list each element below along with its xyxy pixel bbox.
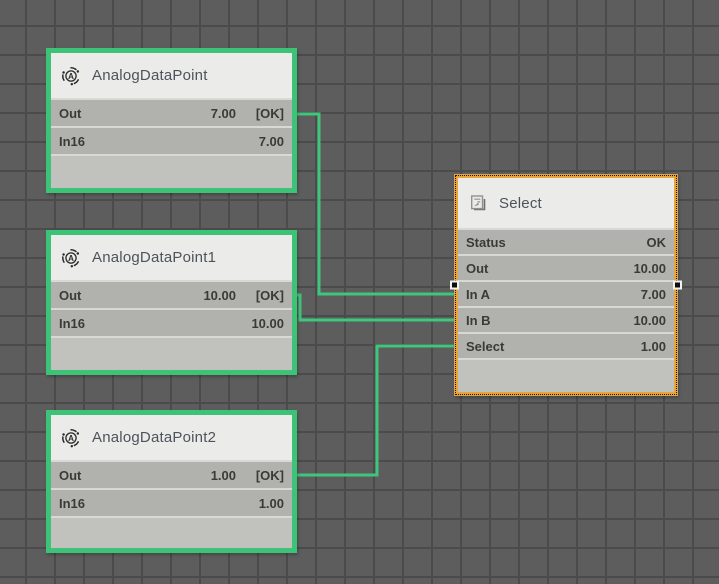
analog-point-icon: A (61, 428, 81, 448)
property-label: Out (59, 468, 81, 483)
property-label: Out (466, 261, 488, 276)
property-row-out[interactable]: Out 7.00 [OK] (51, 98, 292, 126)
property-row-status[interactable]: Status OK (458, 228, 674, 254)
node-title: AnalogDataPoint (92, 67, 208, 84)
property-value: 1.00 (259, 496, 284, 511)
wire-sheet-canvas[interactable]: A AnalogDataPoint Out 7.00 [OK] In16 7.0… (0, 0, 719, 584)
node-header[interactable]: Select (458, 178, 674, 228)
property-value: 10.00 (203, 288, 236, 303)
empty-row (458, 358, 674, 392)
property-row-in16[interactable]: In16 1.00 (51, 488, 292, 516)
property-label: In16 (59, 316, 85, 331)
property-label: Out (59, 288, 81, 303)
empty-row (51, 336, 292, 370)
property-label: In16 (59, 496, 85, 511)
property-row-ina[interactable]: In A 7.00 (458, 280, 674, 306)
property-label: In A (466, 287, 490, 302)
program-icon (468, 193, 488, 213)
svg-text:A: A (68, 72, 74, 81)
wire-analogdatapoint2-out-to-select-select[interactable] (285, 346, 458, 475)
property-value: 10.00 (633, 313, 666, 328)
node-title: AnalogDataPoint2 (92, 429, 216, 446)
analog-point-icon: A (61, 66, 81, 86)
property-row-out[interactable]: Out 10.00 [OK] (51, 280, 292, 308)
property-label: Out (59, 106, 81, 121)
node-header[interactable]: A AnalogDataPoint (51, 53, 292, 98)
property-row-in16[interactable]: In16 7.00 (51, 126, 292, 154)
empty-row (51, 516, 292, 548)
empty-row (51, 154, 292, 188)
property-value: 7.00 (259, 134, 284, 149)
property-status: [OK] (250, 106, 284, 121)
node-select[interactable]: Select Status OK Out 10.00 In A 7.00 In … (454, 174, 678, 396)
property-value: 1.00 (211, 468, 236, 483)
node-header[interactable]: A AnalogDataPoint1 (51, 235, 292, 280)
property-label: Status (466, 235, 506, 250)
selection-handle-right[interactable] (673, 281, 682, 290)
wire-analogdatapoint-out-to-select-ina[interactable] (285, 114, 458, 294)
selection-handle-left[interactable] (450, 281, 459, 290)
property-label: Select (466, 339, 504, 354)
node-title: Select (499, 195, 542, 212)
property-value: 10.00 (633, 261, 666, 276)
property-value: OK (647, 235, 667, 250)
node-title: AnalogDataPoint1 (92, 249, 216, 266)
node-analogdatapoint1[interactable]: A AnalogDataPoint1 Out 10.00 [OK] In16 1… (46, 230, 297, 375)
property-status: [OK] (250, 468, 284, 483)
property-row-inb[interactable]: In B 10.00 (458, 306, 674, 332)
property-row-select[interactable]: Select 1.00 (458, 332, 674, 358)
property-row-in16[interactable]: In16 10.00 (51, 308, 292, 336)
property-value: 7.00 (211, 106, 236, 121)
node-header[interactable]: A AnalogDataPoint2 (51, 415, 292, 460)
property-label: In B (466, 313, 491, 328)
wire-analogdatapoint1-out-to-select-inb[interactable] (285, 295, 458, 320)
svg-text:A: A (68, 434, 74, 443)
svg-text:A: A (68, 254, 74, 263)
analog-point-icon: A (61, 248, 81, 268)
property-value: 10.00 (251, 316, 284, 331)
property-label: In16 (59, 134, 85, 149)
property-row-out[interactable]: Out 1.00 [OK] (51, 460, 292, 488)
node-analogdatapoint[interactable]: A AnalogDataPoint Out 7.00 [OK] In16 7.0… (46, 48, 297, 193)
node-analogdatapoint2[interactable]: A AnalogDataPoint2 Out 1.00 [OK] In16 1.… (46, 410, 297, 553)
property-status: [OK] (250, 288, 284, 303)
property-row-out[interactable]: Out 10.00 (458, 254, 674, 280)
property-value: 1.00 (641, 339, 666, 354)
property-value: 7.00 (641, 287, 666, 302)
